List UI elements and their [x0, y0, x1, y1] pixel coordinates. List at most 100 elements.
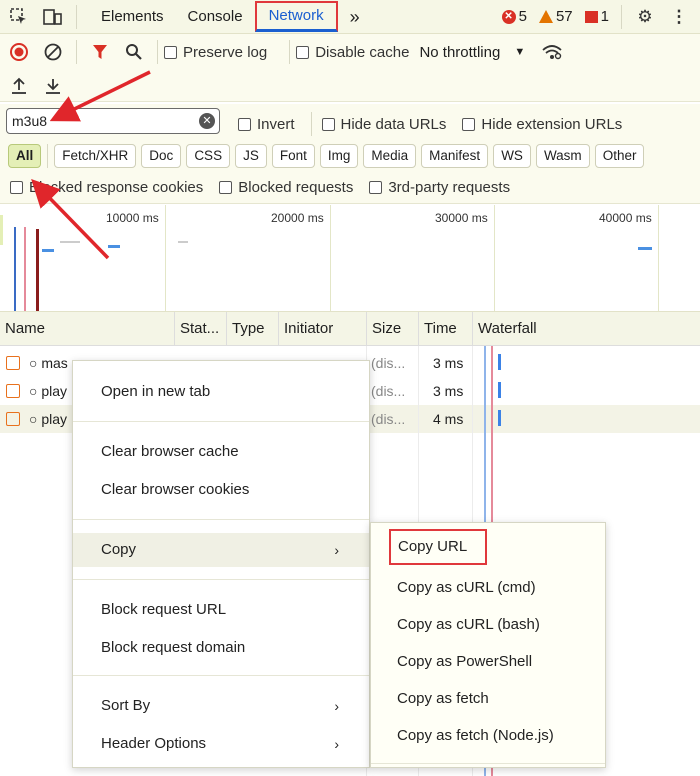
timeline-gridline — [658, 205, 659, 311]
menu-item-open-in-new-tab[interactable]: Open in new tab — [73, 375, 369, 409]
divider — [289, 40, 291, 64]
column-status[interactable]: Stat... — [174, 312, 226, 346]
disable-cache-checkbox[interactable]: Disable cache — [296, 44, 409, 61]
issues-count-badge[interactable]: 1 — [584, 8, 609, 25]
overview-handle[interactable] — [0, 215, 3, 245]
chevron-right-icon: › — [334, 698, 339, 714]
network-conditions-icon[interactable] — [539, 39, 565, 65]
request-bar — [178, 241, 188, 243]
column-size[interactable]: Size — [366, 312, 418, 346]
menu-item-header-options[interactable]: Header Options › — [73, 727, 369, 761]
menu-item-copy-as-curl-bash[interactable]: Copy as cURL (bash) — [371, 608, 605, 642]
disable-cache-label: Disable cache — [315, 43, 410, 61]
divider — [47, 144, 49, 168]
checkbox[interactable] — [296, 45, 310, 59]
type-chip-fetch-xhr[interactable]: Fetch/XHR — [54, 144, 137, 168]
copy-submenu: Copy URL Copy as cURL (cmd) Copy as cURL… — [370, 522, 606, 768]
menu-item-copy-as-fetch[interactable]: Copy as fetch — [371, 682, 605, 716]
import-har-icon[interactable] — [6, 73, 32, 99]
hide-extension-urls-checkbox[interactable]: Hide extension URLs — [462, 116, 622, 133]
menu-item-sort-by-label: Sort By — [101, 697, 151, 714]
type-chip-wasm[interactable]: Wasm — [535, 144, 590, 168]
menu-item-copy-as-curl-cmd[interactable]: Copy as cURL (cmd) — [371, 571, 605, 605]
inspect-element-icon[interactable] — [6, 4, 32, 30]
clear-filter-icon[interactable]: ✕ — [199, 113, 215, 129]
tab-network[interactable]: Network — [254, 1, 338, 32]
checkbox[interactable] — [462, 117, 476, 131]
type-chip-font[interactable]: Font — [271, 144, 315, 168]
error-count-badge[interactable]: ✕ 5 — [501, 8, 527, 25]
clear-icon[interactable] — [40, 39, 66, 65]
preserve-log-label: Preserve log — [183, 43, 268, 61]
menu-item-copy-url[interactable]: Copy URL — [389, 529, 487, 565]
throttling-select[interactable]: No throttling ▼ — [419, 44, 525, 61]
settings-gear-icon[interactable]: ⚙ — [632, 4, 658, 30]
checkbox[interactable] — [164, 45, 177, 59]
network-toolbar: Preserve log Disable cache No throttling… — [0, 34, 700, 70]
type-chip-doc[interactable]: Doc — [141, 144, 182, 168]
timeline-overview[interactable]: 10000 ms 20000 ms 30000 ms 40000 ms — [0, 205, 700, 312]
menu-separator — [73, 519, 369, 520]
column-time[interactable]: Time — [418, 312, 472, 346]
divider — [157, 40, 158, 64]
blocked-requests-checkbox[interactable]: Blocked requests — [219, 179, 353, 196]
device-toolbar-icon[interactable] — [40, 4, 66, 30]
search-icon[interactable] — [121, 39, 147, 65]
menu-item-copy[interactable]: Copy › — [73, 533, 369, 567]
type-chip-all[interactable]: All — [8, 144, 42, 168]
issues-count: 1 — [600, 8, 609, 25]
column-waterfall[interactable]: Waterfall — [472, 312, 700, 346]
record-icon[interactable] — [6, 39, 32, 65]
blocked-response-cookies-checkbox[interactable]: Blocked response cookies — [10, 179, 203, 196]
invert-checkbox[interactable]: Invert — [238, 116, 295, 133]
filter-input[interactable]: m3u8 ✕ — [6, 108, 220, 134]
timeline-gridline — [494, 205, 495, 311]
error-count: 5 — [518, 8, 527, 25]
type-chip-ws[interactable]: WS — [493, 144, 531, 168]
timeline-gridline — [330, 205, 331, 311]
chevron-right-icon: › — [334, 542, 339, 558]
menu-separator — [73, 421, 369, 422]
preserve-log-checkbox[interactable]: Preserve log — [164, 44, 267, 61]
warning-count-badge[interactable]: 57 — [538, 8, 573, 25]
waterfall-bar — [498, 410, 501, 426]
menu-item-header-options-label: Header Options — [101, 735, 207, 752]
type-chip-css[interactable]: CSS — [186, 144, 231, 168]
type-chip-js[interactable]: JS — [235, 144, 267, 168]
column-name[interactable]: Name — [0, 312, 174, 346]
type-chip-manifest[interactable]: Manifest — [421, 144, 489, 168]
tab-console[interactable]: Console — [176, 2, 255, 32]
tab-elements[interactable]: Elements — [89, 2, 176, 32]
menu-item-clear-browser-cookies[interactable]: Clear browser cookies — [73, 473, 369, 507]
request-bar — [42, 249, 54, 252]
menu-item-copy-as-fetch-nodejs[interactable]: Copy as fetch (Node.js) — [371, 719, 605, 753]
checkbox[interactable] — [321, 117, 335, 131]
menu-item-clear-browser-cache[interactable]: Clear browser cache — [73, 435, 369, 469]
request-name: ○ mas — [29, 355, 68, 371]
blocked-requests-label: Blocked requests — [238, 179, 354, 196]
marker-line — [36, 229, 39, 311]
menu-item-block-request-domain[interactable]: Block request domain — [73, 631, 369, 665]
more-tabs-button[interactable]: » — [338, 2, 372, 32]
checkbox[interactable] — [238, 117, 251, 131]
filter-icon[interactable] — [87, 39, 113, 65]
type-chip-other[interactable]: Other — [594, 144, 645, 168]
menu-item-sort-by[interactable]: Sort By › — [73, 689, 369, 723]
type-chip-img[interactable]: Img — [319, 144, 359, 168]
menu-item-copy-as-powershell[interactable]: Copy as PowerShell — [371, 645, 605, 679]
dom-loaded-line — [14, 227, 16, 311]
hide-data-urls-checkbox[interactable]: Hide data URLs — [321, 116, 446, 133]
menu-item-copy-label: Copy — [101, 541, 137, 558]
checkbox[interactable] — [10, 181, 23, 194]
type-chip-media[interactable]: Media — [363, 144, 417, 168]
checkbox[interactable] — [369, 181, 383, 194]
third-party-requests-checkbox[interactable]: 3rd-party requests — [369, 179, 510, 196]
more-options-icon[interactable]: ⋮ — [666, 4, 692, 30]
request-time: 3 ms — [433, 355, 464, 371]
menu-item-block-request-url[interactable]: Block request URL — [73, 593, 369, 627]
column-type[interactable]: Type — [226, 312, 278, 346]
checkbox[interactable] — [219, 181, 233, 194]
column-initiator[interactable]: Initiator — [278, 312, 366, 346]
menu-separator — [73, 675, 369, 676]
export-har-icon[interactable] — [40, 73, 66, 99]
